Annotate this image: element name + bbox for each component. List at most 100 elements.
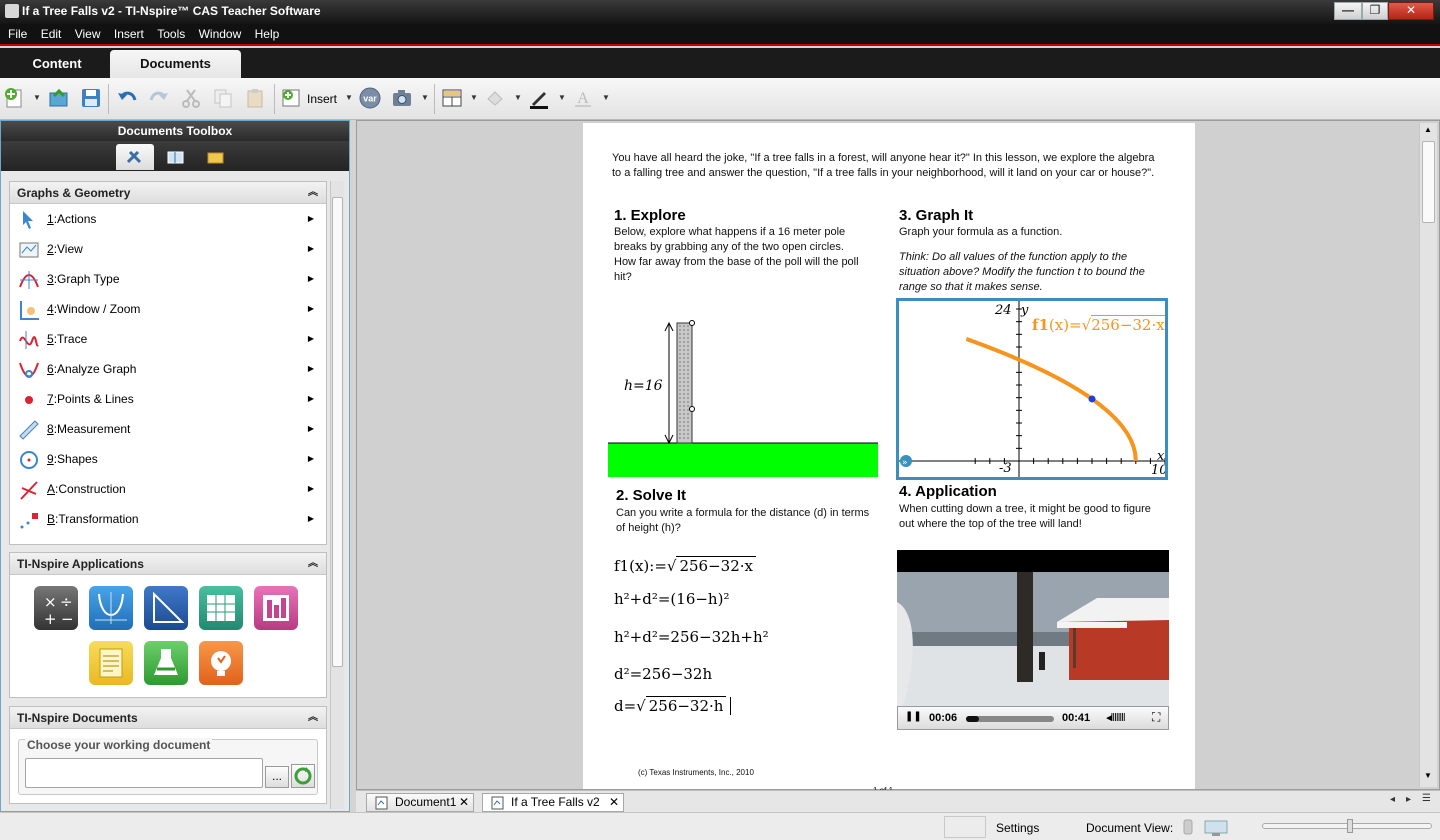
volume-icon[interactable]: ◂‖‖‖‖ — [1106, 711, 1126, 724]
equation-2[interactable]: h²+d²=(16−h)² — [614, 590, 729, 608]
doc-tab-document1[interactable]: Document1 ✕ — [366, 793, 474, 812]
data-statistics-app-icon[interactable] — [254, 586, 298, 630]
close-tab-icon[interactable]: ✕ — [609, 794, 619, 811]
pause-icon[interactable]: ❚❚ — [905, 711, 922, 722]
solve-text: Can you write a formula for the distance… — [616, 507, 870, 534]
toolbox-scrollbar[interactable] — [330, 181, 344, 809]
line-dropdown-icon[interactable]: ▼ — [558, 93, 566, 102]
doc-tab-if-a-tree-falls[interactable]: If a Tree Falls v2 ✕ — [482, 793, 624, 812]
settings-label[interactable]: Settings — [996, 821, 1039, 835]
scroll-down-icon[interactable]: ▼ — [1424, 771, 1432, 780]
menu-item-trace[interactable]: 5:Trace ▶ — [10, 324, 326, 354]
layout-dropdown-icon[interactable]: ▼ — [470, 93, 478, 102]
computer-view-icon[interactable] — [1204, 819, 1228, 837]
zoom-slider-thumb[interactable] — [1347, 819, 1353, 833]
explore-simulation[interactable]: h=16 — [608, 313, 880, 479]
menu-file[interactable]: File — [8, 24, 27, 41]
document-scrollbar[interactable]: ▲ ▼ — [1419, 123, 1437, 787]
tab-scroll-left-icon[interactable]: ◂ — [1390, 794, 1395, 805]
handheld-view-icon[interactable] — [1180, 819, 1196, 835]
zoom-slider[interactable] — [1262, 819, 1432, 833]
maximize-button[interactable]: ❐ — [1362, 2, 1388, 20]
menu-item-key: 4 — [47, 302, 54, 316]
fill-dropdown-icon[interactable]: ▼ — [514, 93, 522, 102]
undo-icon[interactable] — [116, 87, 138, 109]
close-button[interactable]: ✕ — [1388, 2, 1434, 20]
tab-documents[interactable]: Documents — [110, 50, 241, 78]
tab-scroll-right-icon[interactable]: ▸ — [1406, 794, 1411, 805]
menu-item-construction[interactable]: A:Construction ▶ — [10, 474, 326, 504]
collapse-icon[interactable]: ︽ — [308, 707, 318, 729]
menu-edit[interactable]: Edit — [41, 24, 62, 41]
x-axis-label: x — [1157, 449, 1165, 464]
menu-item-points-lines[interactable]: 7:Points & Lines ▶ — [10, 384, 326, 414]
calculator-app-icon[interactable]: × ÷ + − — [34, 586, 78, 630]
menu-item-view[interactable]: 2:View ▶ — [10, 234, 326, 264]
collapse-icon[interactable]: ︽ — [308, 553, 318, 575]
graphs-geometry-header[interactable]: Graphs & Geometry ︽ — [10, 182, 326, 204]
question-app-icon[interactable] — [199, 641, 243, 685]
open-document-icon[interactable] — [48, 87, 70, 109]
insert-label[interactable]: Insert — [307, 92, 337, 106]
notes-app-icon[interactable] — [89, 641, 133, 685]
menu-item-cursor[interactable]: 1:Actions ▶ — [10, 204, 326, 234]
function-label[interactable]: f1(x)=√256−32·x — [1032, 315, 1165, 334]
new-document-icon[interactable] — [4, 87, 26, 109]
scroll-up-icon[interactable]: ▲ — [1424, 125, 1432, 134]
equation-1[interactable]: f1(x):=√ 256−32·x — [614, 556, 756, 575]
menu-window[interactable]: Window — [199, 24, 242, 41]
menu-item-shapes[interactable]: 9:Shapes ▶ — [10, 444, 326, 474]
equation-5[interactable]: d=√ 256−32·h — [614, 696, 732, 715]
close-tab-icon[interactable]: ✕ — [459, 794, 469, 811]
vernier-dataquest-app-icon[interactable] — [144, 641, 188, 685]
menu-item-transformation[interactable]: B:Transformation ▶ — [10, 504, 326, 534]
fullscreen-icon[interactable]: ⛶ — [1152, 710, 1160, 725]
text-color-dropdown-icon[interactable]: ▼ — [602, 93, 610, 102]
cut-icon — [180, 87, 202, 109]
applications-header[interactable]: TI-Nspire Applications ︽ — [10, 553, 326, 575]
camera-dropdown-icon[interactable]: ▼ — [421, 93, 429, 102]
tab-list-icon[interactable]: ☰ — [1422, 793, 1431, 804]
line-color-icon[interactable] — [528, 87, 550, 109]
paste-icon — [244, 87, 266, 109]
menu-help[interactable]: Help — [255, 24, 280, 41]
browse-button[interactable]: ... — [265, 766, 289, 788]
insert-dropdown-icon[interactable]: ▼ — [345, 93, 353, 102]
collapse-icon[interactable]: ︽ — [308, 182, 318, 204]
menu-item-analyze-graph[interactable]: 6:Analyze Graph ▶ — [10, 354, 326, 384]
video-player[interactable]: ❚❚ 00:06 00:41 ◂‖‖‖‖ ⛶ — [897, 550, 1169, 730]
menu-item-window-zoom[interactable]: 4:Window / Zoom ▶ — [10, 294, 326, 324]
new-dropdown-icon[interactable]: ▼ — [33, 93, 41, 102]
documents-header[interactable]: TI-Nspire Documents ︽ — [10, 707, 326, 729]
page-layout-icon[interactable] — [441, 87, 463, 109]
menu-item-label: :View — [53, 242, 83, 256]
equation-3[interactable]: h²+d²=256−32h+h² — [614, 628, 769, 646]
tab-page-sorter[interactable] — [156, 144, 194, 170]
graphs-app-icon[interactable] — [89, 586, 133, 630]
refresh-icon — [294, 767, 312, 785]
geometry-app-icon[interactable] — [144, 586, 188, 630]
menu-view[interactable]: View — [75, 24, 101, 41]
scroll-thumb[interactable] — [1422, 141, 1435, 223]
working-document-input[interactable] — [25, 758, 263, 788]
insert-page-icon[interactable] — [280, 87, 302, 109]
break-handle — [689, 406, 695, 412]
save-icon[interactable] — [80, 87, 102, 109]
working-document-label: Choose your working document — [25, 738, 213, 752]
tab-document-tools[interactable] — [116, 144, 154, 170]
tab-content[interactable]: Content — [6, 50, 108, 78]
graph-app[interactable]: » 24 y -3 10 x f1(x)=√256−32·x — [896, 298, 1168, 480]
menu-item-graph-type[interactable]: 3:Graph Type ▶ — [10, 264, 326, 294]
menu-item-measurement[interactable]: 8:Measurement ▶ — [10, 414, 326, 444]
menu-insert[interactable]: Insert — [114, 24, 144, 41]
minimize-button[interactable]: — — [1334, 2, 1362, 20]
camera-icon[interactable] — [391, 87, 413, 109]
menu-tools[interactable]: Tools — [157, 24, 185, 41]
video-progress-track[interactable] — [966, 716, 1054, 722]
refresh-button[interactable] — [291, 764, 315, 788]
lists-spreadsheet-app-icon[interactable] — [199, 586, 243, 630]
graphs-geometry-panel: Graphs & Geometry ︽ 1:Actions ▶ 2:View ▶ 3:G… — [9, 181, 327, 545]
tab-content-explorer[interactable] — [196, 144, 234, 170]
variable-icon[interactable]: var — [359, 87, 381, 109]
equation-4[interactable]: d²=256−32h — [614, 665, 712, 683]
